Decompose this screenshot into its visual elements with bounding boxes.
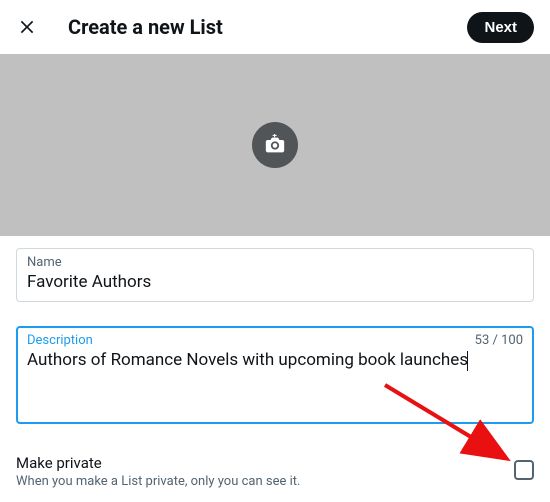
- description-label: Description: [27, 333, 93, 348]
- modal-header: Create a new List Next: [0, 0, 550, 54]
- description-field[interactable]: Description 53 / 100 Authors of Romance …: [16, 326, 534, 424]
- close-icon: [17, 17, 37, 37]
- make-private-checkbox[interactable]: [514, 460, 534, 480]
- name-input[interactable]: [27, 271, 523, 293]
- text-cursor: [467, 351, 468, 371]
- make-private-row: Make private When you make a List privat…: [0, 448, 550, 489]
- description-count: 53 / 100: [475, 333, 523, 348]
- close-button[interactable]: [10, 10, 44, 44]
- make-private-title: Make private: [16, 454, 514, 472]
- name-label: Name: [27, 255, 62, 270]
- modal-title: Create a new List: [68, 15, 443, 39]
- camera-icon: [264, 134, 286, 156]
- add-banner-photo-button[interactable]: [252, 122, 298, 168]
- next-button[interactable]: Next: [467, 12, 534, 43]
- banner-area: [0, 54, 550, 236]
- name-field[interactable]: Name: [16, 248, 534, 302]
- description-input[interactable]: Authors of Romance Novels with upcoming …: [27, 349, 523, 415]
- make-private-subtitle: When you make a List private, only you c…: [16, 474, 514, 489]
- form-area: Name Description 53 / 100 Authors of Rom…: [0, 236, 550, 424]
